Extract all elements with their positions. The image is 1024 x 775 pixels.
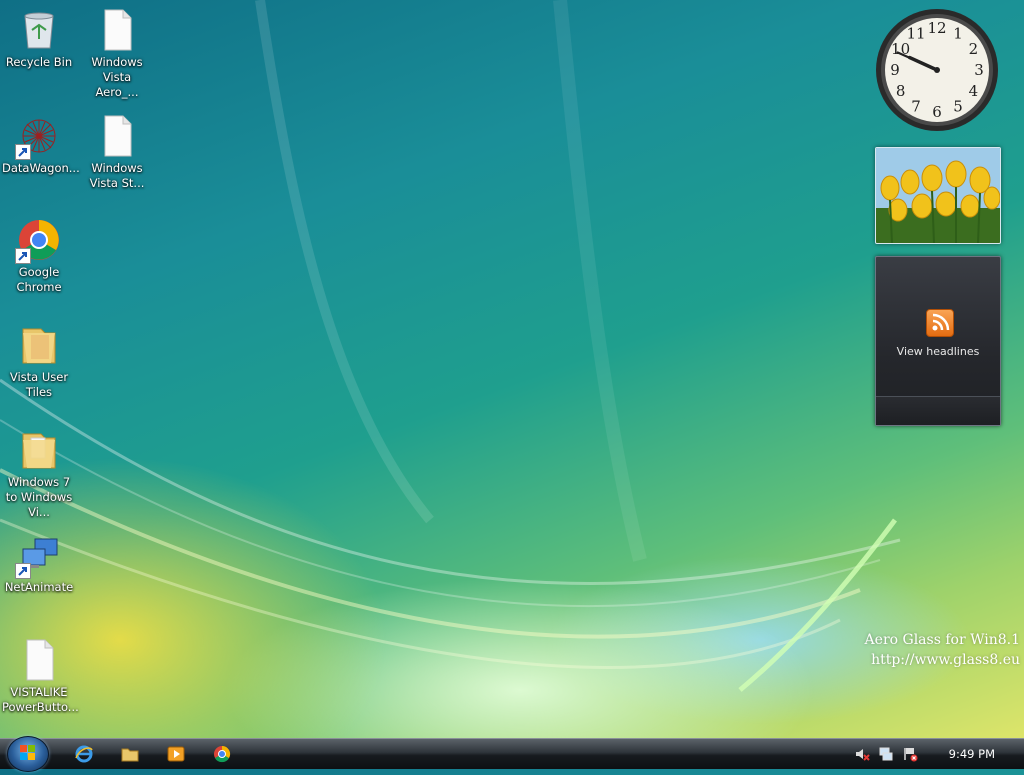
desktop-icon-label: Windows 7 to Windows Vi...	[5, 475, 73, 519]
desktop-icon-label: Windows Vista Aero_...	[91, 55, 143, 99]
desktop-icon-vistalike-powerbutton[interactable]: VISTALIKE PowerButto...	[0, 638, 79, 715]
desktop-icon-label: VISTALIKE PowerButto...	[2, 685, 79, 714]
chrome-icon	[15, 218, 61, 264]
desktop-icon-windows-7-to-vista[interactable]: Windows 7 to Windows Vi...	[0, 428, 78, 520]
watermark: Aero Glass for Win8.1 http://www.glass8.…	[865, 630, 1020, 670]
desktop-icon-netanimate[interactable]: NetAnimate	[0, 533, 78, 595]
clock-numeral: 9	[890, 61, 900, 79]
file-icon	[17, 638, 61, 682]
windows-start-icon	[20, 745, 35, 760]
folder-icon	[17, 323, 61, 367]
desktop-icon-label: Windows Vista St...	[89, 161, 145, 190]
taskbar: 9:49 PM	[0, 736, 1024, 772]
volume-muted-icon[interactable]	[854, 746, 870, 762]
wallpaper-swoosh	[0, 0, 901, 692]
start-button[interactable]	[7, 736, 49, 772]
watermark-url: http://www.glass8.eu	[871, 652, 1020, 668]
clock-numeral: 1	[953, 25, 963, 43]
clock-numeral: 2	[969, 40, 979, 58]
view-headlines-link[interactable]: View headlines	[876, 345, 1000, 358]
clock-numeral: 7	[911, 97, 921, 115]
clock-numeral: 5	[953, 97, 963, 115]
clock-numeral: 3	[974, 61, 984, 79]
slideshow-gadget[interactable]	[875, 147, 1001, 244]
clock-face: 12 12 3 45678 9 1011	[876, 9, 998, 131]
clock-numeral: 4	[969, 82, 979, 100]
datawagon-icon	[15, 114, 61, 160]
desktop-icon-label: DataWagon...	[2, 161, 80, 175]
clock-numeral: 10	[891, 40, 910, 58]
clock-numeral: 12	[927, 19, 946, 37]
rss-icon	[926, 309, 954, 337]
file-icon	[95, 8, 139, 52]
desktop-icon-recycle-bin[interactable]: Recycle Bin	[0, 8, 78, 70]
clock-numeral: 8	[896, 82, 906, 100]
internet-explorer-icon[interactable]	[74, 744, 94, 764]
folder-icon	[17, 428, 61, 472]
media-player-icon[interactable]	[166, 744, 186, 764]
desktop-icon-vista-user-tiles[interactable]: Vista User Tiles	[0, 323, 78, 400]
system-tray: 9:49 PM	[854, 739, 1024, 769]
feed-gadget-footer	[876, 396, 1000, 425]
network-icon[interactable]	[878, 746, 894, 762]
recycle-bin-icon	[17, 8, 61, 52]
shortcut-arrow-icon	[15, 144, 31, 160]
clock-numeral: 11	[906, 25, 925, 43]
network-computers-icon	[15, 533, 61, 579]
file-icon	[95, 114, 139, 158]
watermark-title: Aero Glass for Win8.1	[864, 632, 1020, 648]
desktop-icon-windows-vista-st[interactable]: Windows Vista St...	[78, 114, 156, 191]
feed-headlines-gadget[interactable]: View headlines	[875, 256, 1001, 426]
desktop-icon-label: Google Chrome	[16, 265, 62, 294]
desktop-icon-label: Recycle Bin	[5, 55, 73, 69]
desktop-icon-windows-vista-aero[interactable]: Windows Vista Aero_...	[78, 8, 156, 100]
clock-numeral: 6	[932, 103, 942, 121]
desktop-icon-label: Vista User Tiles	[9, 370, 69, 399]
taskbar-clock[interactable]: 9:49 PM	[949, 747, 995, 761]
desktop-icon-google-chrome[interactable]: Google Chrome	[0, 218, 78, 295]
action-center-icon[interactable]	[902, 746, 918, 762]
shortcut-arrow-icon	[15, 248, 31, 264]
tulips-photo	[876, 148, 1000, 243]
desktop-icon-label: NetAnimate	[4, 580, 74, 594]
chrome-taskbar-icon[interactable]	[212, 744, 232, 764]
shortcut-arrow-icon	[15, 563, 31, 579]
file-explorer-icon[interactable]	[120, 744, 140, 764]
desktop-icon-datawagon[interactable]: DataWagon...	[0, 114, 80, 176]
clock-gadget[interactable]: 12 1 2 3 4 5 6 7 8 9 10 11	[874, 7, 1000, 133]
